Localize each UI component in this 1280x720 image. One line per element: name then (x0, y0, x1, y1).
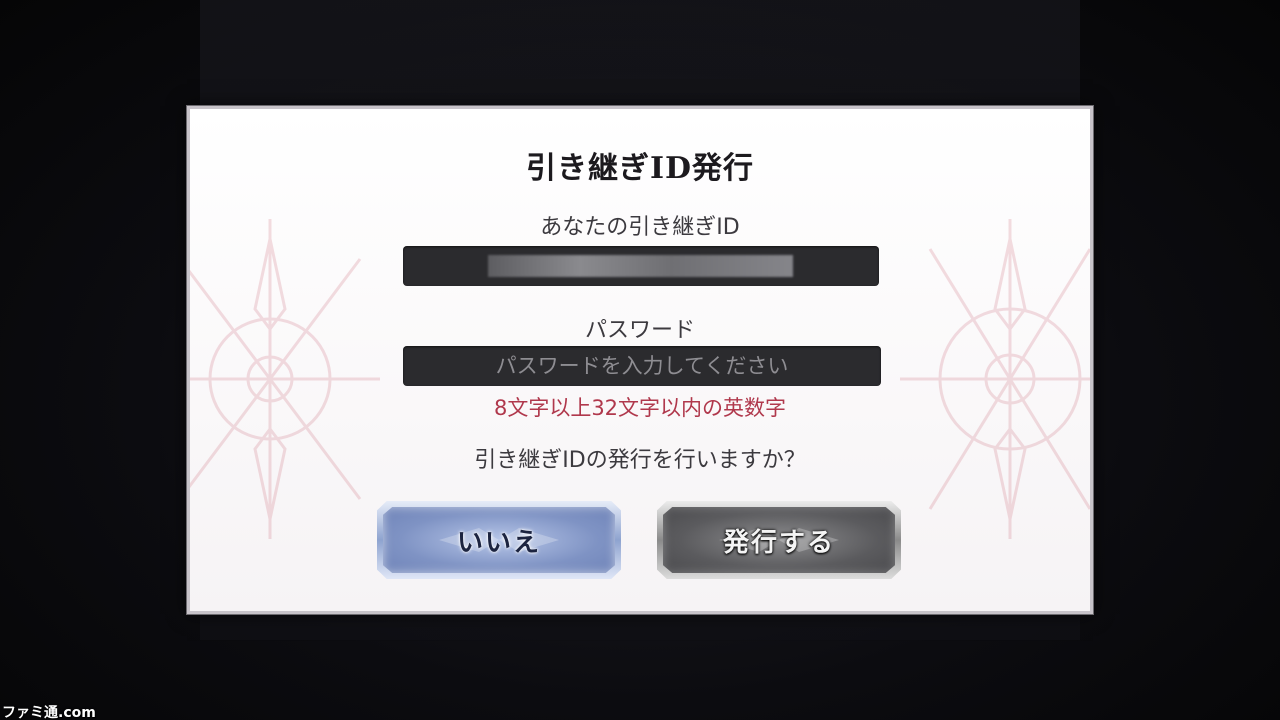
dialog-title: 引き継ぎID発行 (525, 151, 755, 186)
transfer-id-redacted-value (488, 255, 793, 277)
confirm-question: 引き継ぎIDの発行を行いますか？ (474, 448, 806, 473)
transfer-id-dialog: 引き継ぎID発行 あなたの引き継ぎID パスワード 8文字以上32文字以内の英数… (187, 106, 1093, 614)
password-input[interactable] (403, 346, 881, 386)
password-label: パスワード (584, 318, 695, 343)
password-hint: 8文字以上32文字以内の英数字 (493, 396, 787, 420)
ornament-right-icon (900, 219, 1090, 539)
issue-button-label: 発行する (722, 527, 835, 558)
site-watermark-logo: ファミ通.com (2, 705, 96, 720)
no-button-label: いいえ (456, 527, 541, 558)
ornament-left-icon (190, 219, 380, 539)
transfer-id-display (403, 246, 879, 286)
issue-button[interactable]: 発行する (657, 501, 901, 579)
game-screen: 引き継ぎID発行 あなたの引き継ぎID パスワード 8文字以上32文字以内の英数… (0, 0, 1280, 720)
no-button[interactable]: いいえ (377, 501, 621, 579)
transfer-id-label: あなたの引き継ぎID (540, 215, 740, 240)
